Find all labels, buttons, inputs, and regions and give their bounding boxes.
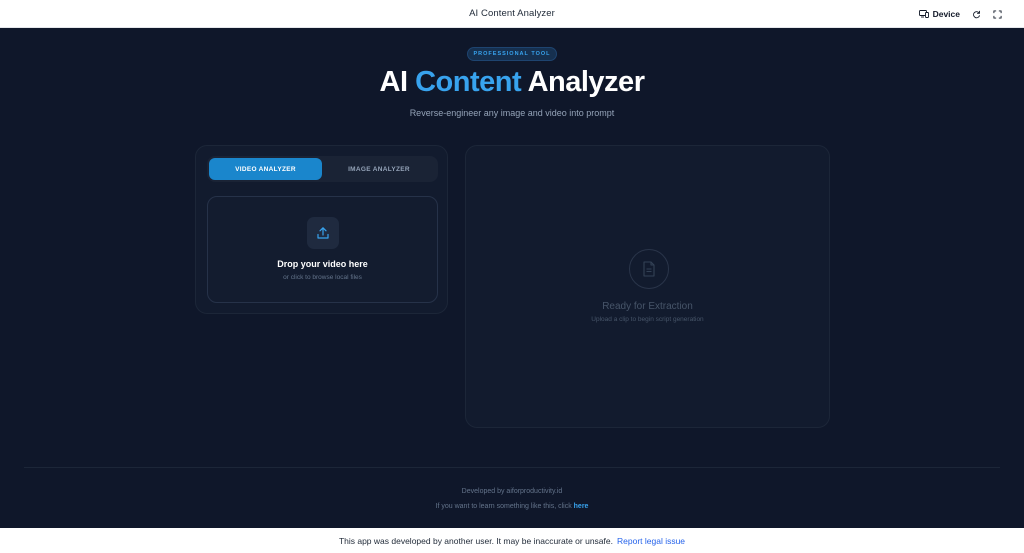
app-main: PROFESSIONAL TOOL AI Content Analyzer Re… xyxy=(0,28,1024,528)
tab-image-analyzer[interactable]: IMAGE ANALYZER xyxy=(322,158,436,180)
device-label: Device xyxy=(932,9,960,19)
output-status-title: Ready for Extraction xyxy=(602,301,693,312)
report-legal-issue-link[interactable]: Report legal issue xyxy=(617,536,685,546)
hero-title-part2: Analyzer xyxy=(521,66,645,98)
output-status-subtitle: Upload a clip to begin script generation xyxy=(591,316,704,323)
professional-badge: PROFESSIONAL TOOL xyxy=(467,47,557,61)
disclaimer-text: This app was developed by another user. … xyxy=(338,535,613,546)
device-button[interactable]: Device xyxy=(918,9,960,19)
footer-divider xyxy=(24,467,1000,468)
hero-subtitle: Reverse-engineer any image and video int… xyxy=(409,108,615,118)
tab-video-analyzer[interactable]: VIDEO ANALYZER xyxy=(209,158,322,180)
app-header: AI Content Analyzer Device xyxy=(0,0,1024,28)
fullscreen-icon[interactable] xyxy=(993,9,1002,19)
learn-more-text: If you want to learn something like this… xyxy=(435,503,574,510)
dropzone-title: Drop your video here xyxy=(277,259,368,269)
upload-icon xyxy=(307,217,339,249)
device-icon xyxy=(918,10,929,18)
app-title: AI Content Analyzer xyxy=(469,8,555,19)
learn-more-link[interactable]: here xyxy=(574,503,589,510)
refresh-icon[interactable] xyxy=(972,10,981,19)
header-actions: Device xyxy=(918,0,1002,28)
document-icon xyxy=(629,249,669,289)
learn-more-line: If you want to learn something like this… xyxy=(0,503,1024,510)
output-panel: Ready for Extraction Upload a clip to be… xyxy=(465,145,830,428)
hero-title-accent: Content xyxy=(415,66,522,98)
analyzer-tabs: VIDEO ANALYZER IMAGE ANALYZER xyxy=(207,156,438,182)
video-dropzone[interactable]: Drop your video here or click to browse … xyxy=(207,196,438,303)
disclaimer-bar: This app was developed by another user. … xyxy=(0,528,1024,553)
input-card: VIDEO ANALYZER IMAGE ANALYZER Drop your … xyxy=(195,145,448,314)
hero-title-part1: AI xyxy=(379,66,416,98)
dropzone-subtitle: or click to browse local files xyxy=(283,274,362,281)
hero-title: AI Content Analyzer xyxy=(0,66,1024,99)
developer-credit: Developed by aiforproductivity.id xyxy=(461,488,563,495)
